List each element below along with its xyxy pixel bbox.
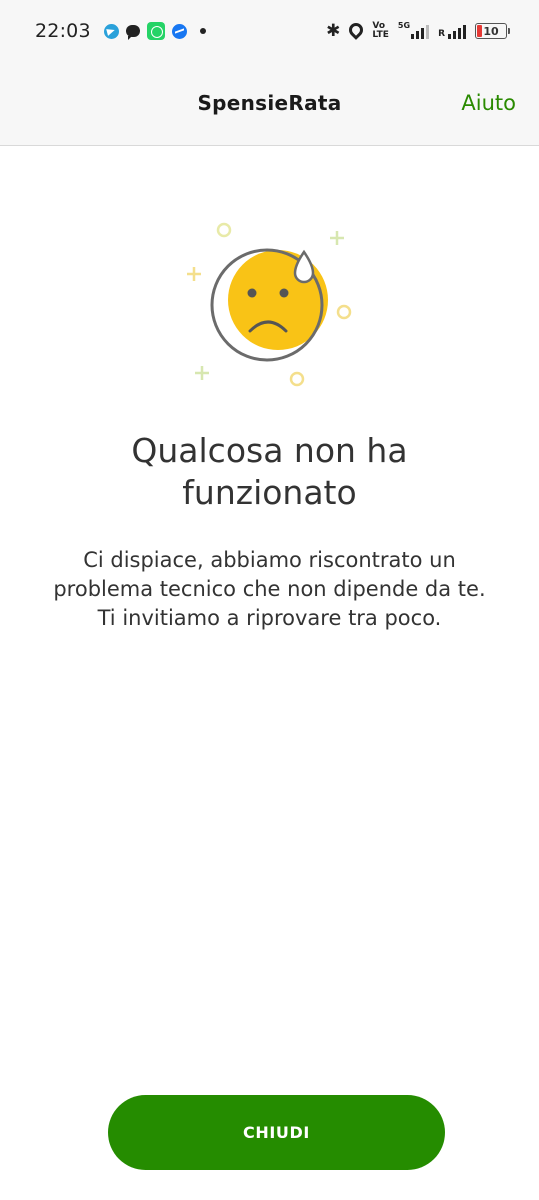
volte-icon: Vo LTE bbox=[372, 21, 389, 40]
decor-plus-icon bbox=[330, 231, 344, 245]
status-bar: 22:03 ✱ Vo LTE 5G R 10 bbox=[0, 0, 539, 62]
decor-circle-icon bbox=[289, 371, 305, 387]
chat-bubble-icon bbox=[125, 25, 140, 40]
notification-icons bbox=[103, 22, 206, 40]
roaming-signal-icon: R bbox=[438, 23, 466, 39]
whatsapp-icon bbox=[146, 22, 165, 40]
status-time: 22:03 bbox=[35, 20, 91, 42]
decor-circle-icon bbox=[336, 304, 352, 320]
help-link[interactable]: Aiuto bbox=[461, 91, 516, 115]
app-title: SpensieRata bbox=[197, 91, 342, 115]
bluetooth-icon: ✱ bbox=[326, 21, 341, 41]
decor-plus-icon bbox=[187, 267, 201, 281]
telegram-icon bbox=[103, 23, 119, 39]
app-bar: SpensieRata Aiuto bbox=[0, 62, 539, 146]
decor-circle-icon bbox=[216, 222, 232, 238]
decor-plus-icon bbox=[195, 366, 209, 380]
more-dot-icon bbox=[199, 28, 206, 34]
error-title: Qualcosa non ha funzionato bbox=[131, 431, 408, 512]
error-message: Ci dispiace, abbiamo riscontrato un prob… bbox=[53, 548, 486, 630]
sad-sweating-face-icon bbox=[180, 215, 360, 395]
battery-icon: 10 bbox=[475, 23, 510, 39]
messenger-icon bbox=[171, 23, 187, 39]
5g-signal-icon: 5G bbox=[398, 21, 430, 39]
system-icons: ✱ Vo LTE 5G R 10 bbox=[326, 20, 510, 41]
close-button[interactable]: CHIUDI bbox=[108, 1095, 445, 1170]
location-icon bbox=[346, 20, 367, 40]
